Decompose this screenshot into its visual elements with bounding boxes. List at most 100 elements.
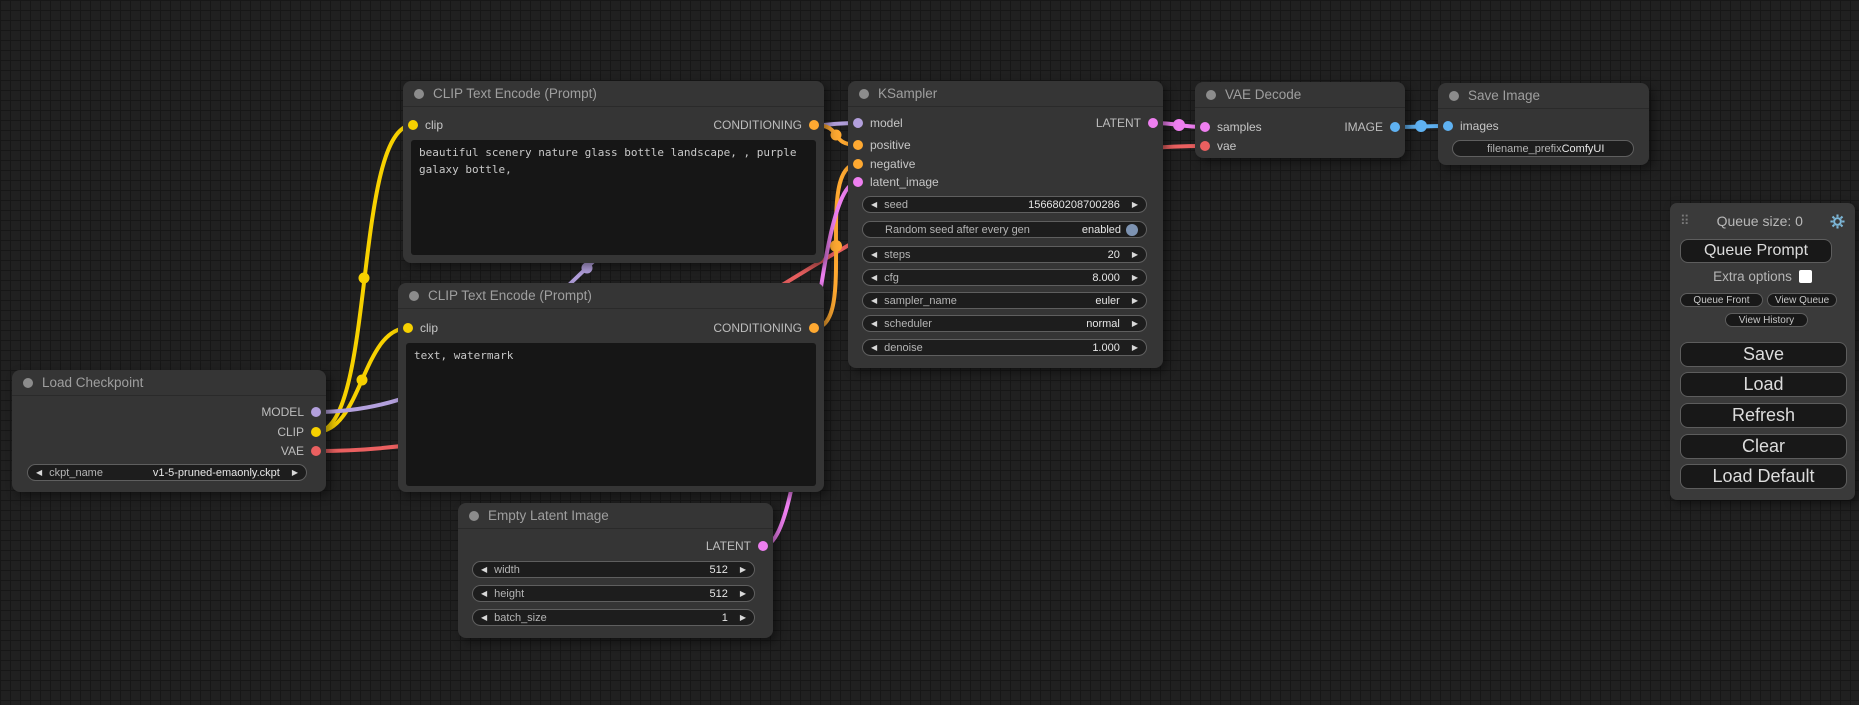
node-graph-canvas[interactable]: Load Checkpoint MODEL CLIP VAE ◀ ckpt_na…	[0, 0, 1859, 705]
increment-icon[interactable]: ▶	[1132, 274, 1138, 282]
output-slot-conditioning[interactable]: CONDITIONING	[713, 319, 819, 337]
filename-prefix-widget[interactable]: filename_prefix ComfyUI	[1452, 140, 1634, 157]
latent-slot-icon[interactable]	[853, 177, 863, 187]
output-slot-latent[interactable]: LATENT	[1096, 114, 1158, 132]
input-slot-vae[interactable]: vae	[1200, 137, 1236, 155]
vae-slot-icon[interactable]	[311, 446, 321, 456]
node-clip-text-encode-positive[interactable]: CLIP Text Encode (Prompt) clip CONDITION…	[403, 81, 824, 263]
load-button[interactable]: Load	[1680, 372, 1847, 397]
node-title-bar[interactable]: KSampler	[848, 81, 1163, 107]
model-slot-icon[interactable]	[853, 118, 863, 128]
drag-handle-icon[interactable]: ⠿	[1680, 213, 1690, 229]
collapse-dot-icon[interactable]	[469, 511, 479, 521]
node-title-bar[interactable]: Empty Latent Image	[458, 503, 773, 529]
increment-icon[interactable]: ▶	[1132, 344, 1138, 352]
queue-front-button[interactable]: Queue Front	[1680, 293, 1763, 307]
width-widget[interactable]: ◀ width 512 ▶	[472, 561, 755, 578]
conditioning-slot-icon[interactable]	[809, 323, 819, 333]
node-title-bar[interactable]: Load Checkpoint	[12, 370, 326, 396]
decrement-icon[interactable]: ◀	[871, 251, 877, 259]
output-slot-conditioning[interactable]: CONDITIONING	[713, 116, 819, 134]
node-empty-latent-image[interactable]: Empty Latent Image LATENT ◀ width 512 ▶ …	[458, 503, 773, 638]
settings-gear-icon[interactable]	[1830, 214, 1845, 229]
increment-icon[interactable]: ▶	[1132, 251, 1138, 259]
input-slot-model[interactable]: model	[853, 114, 903, 132]
vae-slot-icon[interactable]	[1200, 141, 1210, 151]
increment-icon[interactable]: ▶	[740, 590, 746, 598]
output-slot-image[interactable]: IMAGE	[1344, 118, 1400, 136]
node-clip-text-encode-negative[interactable]: CLIP Text Encode (Prompt) clip CONDITION…	[398, 283, 824, 492]
increment-icon[interactable]: ▶	[292, 469, 298, 477]
node-load-checkpoint[interactable]: Load Checkpoint MODEL CLIP VAE ◀ ckpt_na…	[12, 370, 326, 492]
decrement-icon[interactable]: ◀	[871, 320, 877, 328]
decrement-icon[interactable]: ◀	[481, 590, 487, 598]
increment-icon[interactable]: ▶	[1132, 297, 1138, 305]
load-default-button[interactable]: Load Default	[1680, 464, 1847, 489]
image-slot-icon[interactable]	[1443, 121, 1453, 131]
seed-widget[interactable]: ◀ seed 156680208700286 ▶	[862, 196, 1147, 213]
node-ksampler[interactable]: KSampler model LATENT positive negative	[848, 81, 1163, 368]
collapse-dot-icon[interactable]	[23, 378, 33, 388]
latent-slot-icon[interactable]	[1200, 122, 1210, 132]
decrement-icon[interactable]: ◀	[871, 297, 877, 305]
input-slot-clip[interactable]: clip	[403, 319, 438, 337]
save-button[interactable]: Save	[1680, 342, 1847, 367]
input-slot-images[interactable]: images	[1443, 117, 1499, 135]
output-slot-latent[interactable]: LATENT	[706, 537, 768, 555]
extra-options-checkbox[interactable]	[1799, 270, 1812, 283]
node-vae-decode[interactable]: VAE Decode samples IMAGE vae	[1195, 82, 1405, 158]
output-slot-clip[interactable]: CLIP	[277, 423, 321, 441]
queue-prompt-button[interactable]: Queue Prompt	[1680, 239, 1832, 263]
collapse-dot-icon[interactable]	[859, 89, 869, 99]
image-slot-icon[interactable]	[1390, 122, 1400, 132]
ckpt-name-widget[interactable]: ◀ ckpt_name v1-5-pruned-emaonly.ckpt ▶	[27, 464, 307, 481]
denoise-widget[interactable]: ◀ denoise 1.000 ▶	[862, 339, 1147, 356]
latent-slot-icon[interactable]	[1148, 118, 1158, 128]
input-slot-samples[interactable]: samples	[1200, 118, 1262, 136]
node-title-bar[interactable]: CLIP Text Encode (Prompt)	[403, 81, 824, 107]
output-slot-model[interactable]: MODEL	[261, 403, 321, 421]
collapse-dot-icon[interactable]	[409, 291, 419, 301]
collapse-dot-icon[interactable]	[414, 89, 424, 99]
node-save-image[interactable]: Save Image images filename_prefix ComfyU…	[1438, 83, 1649, 165]
batch-size-widget[interactable]: ◀ batch_size 1 ▶	[472, 609, 755, 626]
node-title-bar[interactable]: VAE Decode	[1195, 82, 1405, 108]
decrement-icon[interactable]: ◀	[871, 201, 877, 209]
input-slot-latent-image[interactable]: latent_image	[853, 173, 939, 191]
scheduler-widget[interactable]: ◀ scheduler normal ▶	[862, 315, 1147, 332]
input-slot-negative[interactable]: negative	[853, 155, 915, 173]
decrement-icon[interactable]: ◀	[36, 469, 42, 477]
conditioning-slot-icon[interactable]	[853, 159, 863, 169]
steps-widget[interactable]: ◀ steps 20 ▶	[862, 246, 1147, 263]
decrement-icon[interactable]: ◀	[481, 614, 487, 622]
collapse-dot-icon[interactable]	[1449, 91, 1459, 101]
node-title-bar[interactable]: Save Image	[1438, 83, 1649, 109]
prompt-textarea[interactable]: beautiful scenery nature glass bottle la…	[411, 140, 816, 255]
collapse-dot-icon[interactable]	[1206, 90, 1216, 100]
prompt-textarea[interactable]: text, watermark	[406, 343, 816, 486]
clip-slot-icon[interactable]	[311, 427, 321, 437]
increment-icon[interactable]: ▶	[1132, 320, 1138, 328]
view-queue-button[interactable]: View Queue	[1767, 293, 1837, 307]
increment-icon[interactable]: ▶	[740, 566, 746, 574]
clear-button[interactable]: Clear	[1680, 434, 1847, 459]
decrement-icon[interactable]: ◀	[871, 344, 877, 352]
decrement-icon[interactable]: ◀	[481, 566, 487, 574]
output-slot-vae[interactable]: VAE	[281, 442, 321, 460]
node-title-bar[interactable]: CLIP Text Encode (Prompt)	[398, 283, 824, 309]
clip-slot-icon[interactable]	[403, 323, 413, 333]
input-slot-clip[interactable]: clip	[408, 116, 443, 134]
sampler-name-widget[interactable]: ◀ sampler_name euler ▶	[862, 292, 1147, 309]
queue-panel[interactable]: ⠿ Queue size: 0 Queue Prompt Extra optio…	[1670, 203, 1855, 500]
random-seed-toggle[interactable]: Random seed after every gen enabled	[862, 221, 1147, 238]
latent-slot-icon[interactable]	[758, 541, 768, 551]
toggle-knob-icon[interactable]	[1126, 224, 1138, 236]
input-slot-positive[interactable]: positive	[853, 136, 911, 154]
model-slot-icon[interactable]	[311, 407, 321, 417]
cfg-widget[interactable]: ◀ cfg 8.000 ▶	[862, 269, 1147, 286]
conditioning-slot-icon[interactable]	[853, 140, 863, 150]
conditioning-slot-icon[interactable]	[809, 120, 819, 130]
decrement-icon[interactable]: ◀	[871, 274, 877, 282]
clip-slot-icon[interactable]	[408, 120, 418, 130]
refresh-button[interactable]: Refresh	[1680, 403, 1847, 428]
